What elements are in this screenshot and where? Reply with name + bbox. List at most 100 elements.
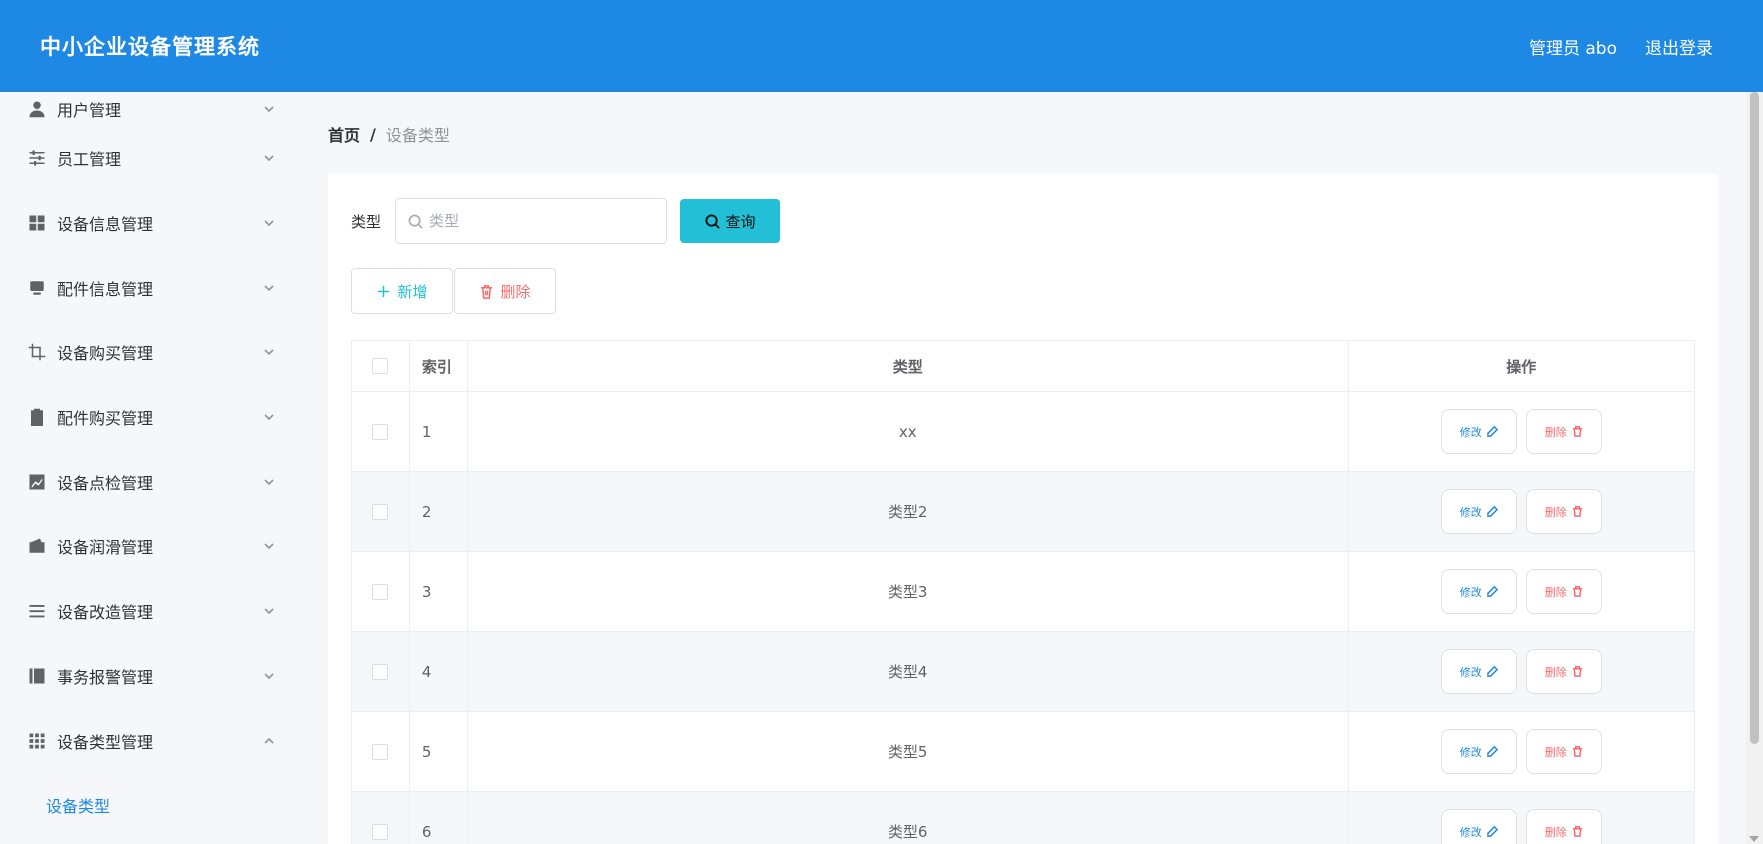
edit-button-label: 修改 [1459,506,1482,519]
sidebar-item-label: 配件购买管理 [57,409,154,429]
logout-link[interactable]: 退出登录 [1645,34,1713,59]
sidebar-item-label: 配件信息管理 [57,279,154,299]
delete-button[interactable]: 删除 [1525,649,1602,694]
select-all-checkbox[interactable] [372,358,389,374]
edit-button-label: 修改 [1459,426,1482,439]
row-ops: 修改 删除 [1349,792,1694,844]
row-checkbox-cell [352,552,410,631]
grid-icon [28,214,46,232]
sidebar-item-alarm-management[interactable]: 事务报警管理 [0,644,300,709]
edit-button[interactable]: 修改 [1440,489,1517,534]
delete-button[interactable]: 删除 [1525,409,1602,454]
edit-button[interactable]: 修改 [1440,649,1517,694]
edit-button[interactable]: 修改 [1440,409,1517,454]
batch-delete-button[interactable]: 删除 [454,268,556,314]
chevron-down-icon [262,102,276,116]
sidebar-subitem-device-type[interactable]: 设备类型 [0,773,300,837]
delete-button[interactable]: 删除 [1525,569,1602,614]
app-title: 中小企业设备管理系统 [40,35,260,59]
row-checkbox[interactable] [372,423,389,440]
header-index: 索引 [410,341,468,391]
scroll-down-icon[interactable] [1749,836,1759,842]
edit-button[interactable]: 修改 [1440,809,1517,844]
sidebar-item-parts-purchase[interactable]: 配件购买管理 [0,385,300,450]
sidebar-item-user-management[interactable]: 用户管理 [0,92,300,126]
edit-icon [1486,746,1498,757]
apps-icon [28,732,46,750]
add-button[interactable]: 新增 [351,268,453,314]
delete-button[interactable]: 删除 [1525,729,1602,774]
delete-button-label: 删除 [1544,426,1567,439]
trash-icon [1572,746,1582,757]
delete-button-label: 删除 [1544,746,1567,759]
row-index: 4 [410,632,468,711]
type-search-input[interactable] [429,212,650,230]
delete-button[interactable]: 删除 [1525,809,1602,844]
sidebar-item-label: 设备润滑管理 [57,538,154,558]
row-type: 类型6 [468,792,1349,844]
list-icon [28,602,46,620]
row-checkbox-cell [352,632,410,711]
query-button-label: 查询 [725,213,756,231]
sidebar-item-device-inspection[interactable]: 设备点检管理 [0,449,300,514]
sidebar-item-staff-management[interactable]: 员工管理 [0,126,300,191]
edit-icon [1486,426,1498,437]
chart-icon [28,473,46,491]
chevron-down-icon [262,345,276,359]
trash-icon [1572,666,1582,677]
row-checkbox[interactable] [372,583,389,600]
search-form: 类型 查询 [351,198,781,244]
row-checkbox-cell [352,392,410,471]
notebook-icon [28,667,46,685]
row-checkbox[interactable] [372,823,389,840]
chevron-up-icon [262,734,276,748]
row-index: 1 [410,392,468,471]
sidebar-item-label: 设备信息管理 [57,215,154,235]
sidebar-item-parts-info[interactable]: 配件信息管理 [0,255,300,320]
sidebar-item-label: 设备购买管理 [57,344,154,364]
edit-button[interactable]: 修改 [1440,569,1517,614]
breadcrumb-home[interactable]: 首页 [328,122,360,146]
row-index: 5 [410,712,468,791]
breadcrumb: 首页 / 设备类型 [328,122,450,146]
edit-button[interactable]: 修改 [1440,729,1517,774]
scrollbar-thumb[interactable] [1750,92,1759,744]
row-checkbox[interactable] [372,503,389,520]
sidebar-item-device-purchase[interactable]: 设备购买管理 [0,320,300,385]
trash-icon [1572,426,1582,437]
add-button-label: 新增 [397,283,428,301]
current-user[interactable]: 管理员 abo [1529,34,1617,59]
trash-icon [481,284,493,299]
content-card: 类型 查询 新增 删除 索引 类型 [328,174,1718,844]
top-header: 中小企业设备管理系统 管理员 abo 退出登录 [0,0,1763,92]
sidebar: 用户管理 员工管理 设备信息管理 配件信息管理 设备购买管理 配件购买管理 设备… [0,92,300,844]
page-scrollbar[interactable] [1746,92,1763,844]
header-type: 类型 [468,341,1349,391]
chevron-down-icon [262,669,276,683]
search-input-wrapper[interactable] [395,198,668,244]
edit-button-label: 修改 [1459,586,1482,599]
sidebar-item-device-renovation[interactable]: 设备改造管理 [0,579,300,644]
header-user-area: 管理员 abo 退出登录 [1529,34,1713,59]
row-checkbox[interactable] [372,663,389,680]
row-checkbox[interactable] [372,743,389,760]
sidebar-item-device-lubrication[interactable]: 设备润滑管理 [0,514,300,579]
plus-icon [378,285,390,297]
query-button[interactable]: 查询 [680,199,781,243]
row-checkbox-cell [352,792,410,844]
table-header-row: 索引 类型 操作 [352,341,1694,392]
edit-icon [1486,506,1498,517]
chevron-down-icon [262,151,276,165]
row-ops: 修改 删除 [1349,712,1694,791]
row-type: 类型5 [468,712,1349,791]
sidebar-item-device-info[interactable]: 设备信息管理 [0,191,300,256]
sidebar-item-device-type-management[interactable]: 设备类型管理 [0,708,300,773]
monitor-icon [28,279,46,297]
delete-button-label: 删除 [500,283,531,301]
chevron-down-icon [262,281,276,295]
edit-icon [1486,826,1498,837]
delete-button[interactable]: 删除 [1525,489,1602,534]
header-ops: 操作 [1506,357,1537,376]
chevron-down-icon [262,216,276,230]
edit-button-label: 修改 [1459,826,1482,839]
